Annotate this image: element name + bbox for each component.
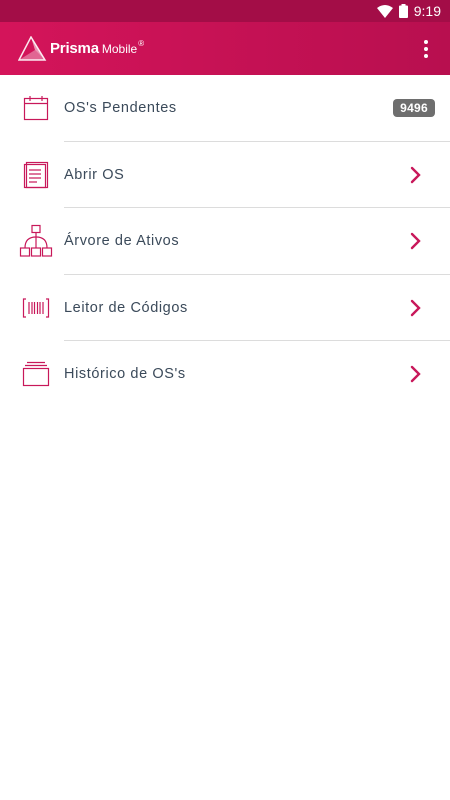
menu-item-abrir-os[interactable]: Abrir OS [0, 142, 450, 208]
prisma-logo-icon [18, 35, 47, 61]
menu-item-label: Árvore de Ativos [64, 233, 180, 250]
battery-icon [398, 4, 408, 18]
app-logo: Prisma Mobile ® [18, 22, 144, 75]
chevron-right-icon [410, 364, 424, 384]
logo-brand-text: Prisma [50, 40, 99, 57]
chevron-right-icon [410, 298, 424, 318]
tree-icon [18, 223, 54, 259]
menu-item-historico-de-os[interactable]: Histórico de OS's [0, 341, 450, 408]
chevron-right-icon [410, 165, 424, 185]
menu-item-arvore-de-ativos[interactable]: Árvore de Ativos [0, 208, 450, 275]
main-menu-list: OS's Pendentes 9496 Abrir OS Árvore de A… [0, 75, 450, 408]
pending-count-badge: 9496 [393, 99, 435, 118]
status-time: 9:19 [413, 3, 441, 19]
folders-icon [18, 356, 54, 392]
menu-item-label: Histórico de OS's [64, 366, 186, 383]
chevron-right-icon [410, 231, 424, 251]
menu-item-label: Abrir OS [64, 166, 125, 183]
logo-registered-mark: ® [138, 39, 145, 48]
calendar-icon [18, 90, 54, 126]
app-bar: Prisma Mobile ® [0, 22, 450, 75]
menu-item-leitor-de-codigos[interactable]: Leitor de Códigos [0, 275, 450, 341]
menu-item-label: OS's Pendentes [64, 100, 177, 117]
menu-item-label: Leitor de Códigos [64, 299, 188, 316]
status-bar: 9:19 [0, 0, 450, 22]
overflow-menu-icon[interactable] [418, 37, 434, 61]
menu-item-os-pendentes[interactable]: OS's Pendentes 9496 [0, 75, 450, 142]
logo-sub-text: Mobile [101, 41, 138, 56]
barcode-icon [18, 290, 54, 326]
document-icon [18, 157, 54, 193]
wifi-icon [376, 4, 393, 18]
